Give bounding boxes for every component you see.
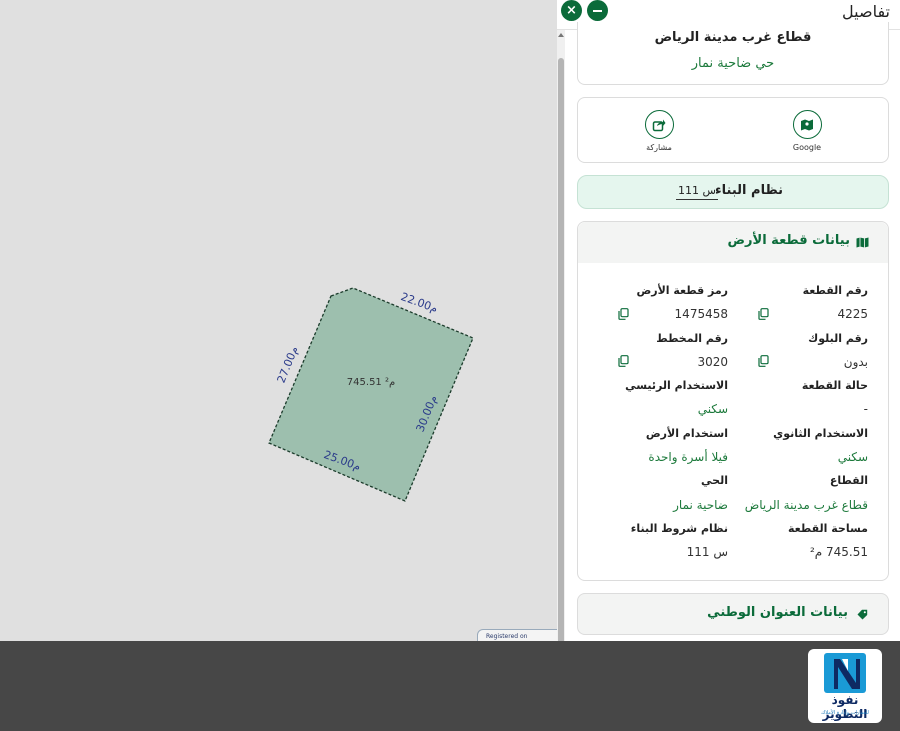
minimize-icon bbox=[593, 9, 602, 12]
registered-badge: Registered on bbox=[477, 629, 557, 641]
details-panel: × تفاصيل قطاع غرب مدينة الرياض حي ضاحية … bbox=[557, 0, 900, 641]
actions-card: Google مشاركة bbox=[577, 97, 889, 163]
land-data-header[interactable]: بيانات قطعة الأرض bbox=[578, 222, 888, 263]
sector-value: قطاع غرب مدينة الرياض bbox=[744, 498, 868, 512]
tag-icon bbox=[857, 609, 868, 620]
building-code-value: س 111 bbox=[686, 545, 728, 559]
main-use-label: الاستخدام الرئيسي bbox=[625, 379, 728, 392]
copy-plot-code-icon[interactable] bbox=[618, 308, 629, 320]
company-logo-mark-icon bbox=[824, 653, 866, 693]
parcel-area-label: 745.51 م² bbox=[347, 377, 395, 388]
block-number-value: بدون bbox=[843, 355, 868, 369]
google-label: Google bbox=[792, 143, 822, 152]
block-number-label: رقم البلوك bbox=[808, 332, 868, 345]
district-value: ضاحية نمار bbox=[673, 498, 728, 512]
secondary-use-label: الاستخدام الثانوي bbox=[773, 427, 868, 440]
main-use-value: سكني bbox=[697, 402, 728, 416]
share-button[interactable]: مشاركة bbox=[629, 110, 689, 152]
plot-number-label: رقم القطعة bbox=[802, 284, 868, 297]
plan-number-label: رقم المخطط bbox=[656, 332, 728, 345]
land-data-card: بيانات قطعة الأرض رقم القطعة 4225 رقم ال… bbox=[577, 221, 889, 581]
land-use-label: استخدام الأرض bbox=[645, 427, 728, 440]
company-logo: نفوذ التطوير للعقارات وإدارة الأملاك bbox=[808, 649, 882, 723]
bottom-bar: نفوذ التطوير للعقارات وإدارة الأملاك bbox=[0, 641, 900, 731]
share-icon bbox=[652, 119, 666, 131]
national-address-card[interactable]: بيانات العنوان الوطني bbox=[577, 593, 889, 635]
copy-block-number-icon[interactable] bbox=[758, 355, 769, 367]
scroll-thumb[interactable] bbox=[558, 58, 564, 641]
building-system-title: نظام البناء bbox=[715, 183, 783, 198]
plot-area-value: 745.51 م² bbox=[809, 545, 868, 559]
land-use-value: فيلا أسرة واحدة bbox=[648, 450, 728, 464]
company-logo-name: نفوذ التطوير bbox=[822, 693, 868, 721]
plot-area-label: مساحة القطعة bbox=[788, 522, 868, 535]
plan-number-value: 3020 bbox=[697, 355, 728, 369]
plot-code-label: رمز قطعة الأرض bbox=[636, 284, 728, 297]
map-view[interactable]: 745.51 م² 22.00م 30.00م 25.00م 27.00م Re… bbox=[0, 0, 557, 641]
building-code-label: نظام شروط البناء bbox=[630, 522, 728, 535]
copy-plot-number-icon[interactable] bbox=[758, 308, 769, 320]
plot-status-value: - bbox=[863, 402, 868, 416]
close-button[interactable]: × bbox=[561, 0, 582, 21]
share-label: مشاركة bbox=[646, 143, 672, 152]
google-map-icon bbox=[801, 119, 813, 130]
sector-name: قطاع غرب مدينة الرياض bbox=[654, 30, 812, 45]
panel-scrollbar[interactable] bbox=[557, 30, 565, 641]
scroll-up-icon[interactable] bbox=[558, 33, 564, 37]
minimize-button[interactable] bbox=[587, 0, 608, 21]
secondary-use-value: سكني bbox=[837, 450, 868, 464]
copy-plan-number-icon[interactable] bbox=[618, 355, 629, 367]
plot-status-label: حالة القطعة bbox=[801, 379, 868, 392]
building-system-value[interactable]: س 111 bbox=[676, 184, 718, 200]
google-button[interactable]: Google bbox=[777, 110, 837, 152]
parcel-polygon[interactable] bbox=[268, 287, 474, 502]
map-canvas[interactable]: 745.51 م² 22.00م 30.00م 25.00م 27.00م bbox=[0, 0, 557, 641]
national-address-title: بيانات العنوان الوطني bbox=[707, 605, 848, 620]
plot-number-value: 4225 bbox=[837, 307, 868, 321]
sector-label: القطاع bbox=[829, 474, 868, 487]
district-label: الحي bbox=[701, 474, 728, 487]
location-card: قطاع غرب مدينة الرياض حي ضاحية نمار bbox=[577, 22, 889, 85]
district-name: حي ضاحية نمار bbox=[691, 56, 775, 71]
panel-title: تفاصيل bbox=[842, 2, 890, 21]
company-logo-subtitle: للعقارات وإدارة الأملاك bbox=[821, 710, 869, 716]
building-system-card: نظام البناء س 111 bbox=[577, 175, 889, 209]
close-icon: × bbox=[566, 3, 577, 18]
plot-code-value: 1475458 bbox=[674, 307, 728, 321]
land-data-title: بيانات قطعة الأرض bbox=[727, 233, 850, 248]
folded-map-icon bbox=[856, 237, 869, 248]
